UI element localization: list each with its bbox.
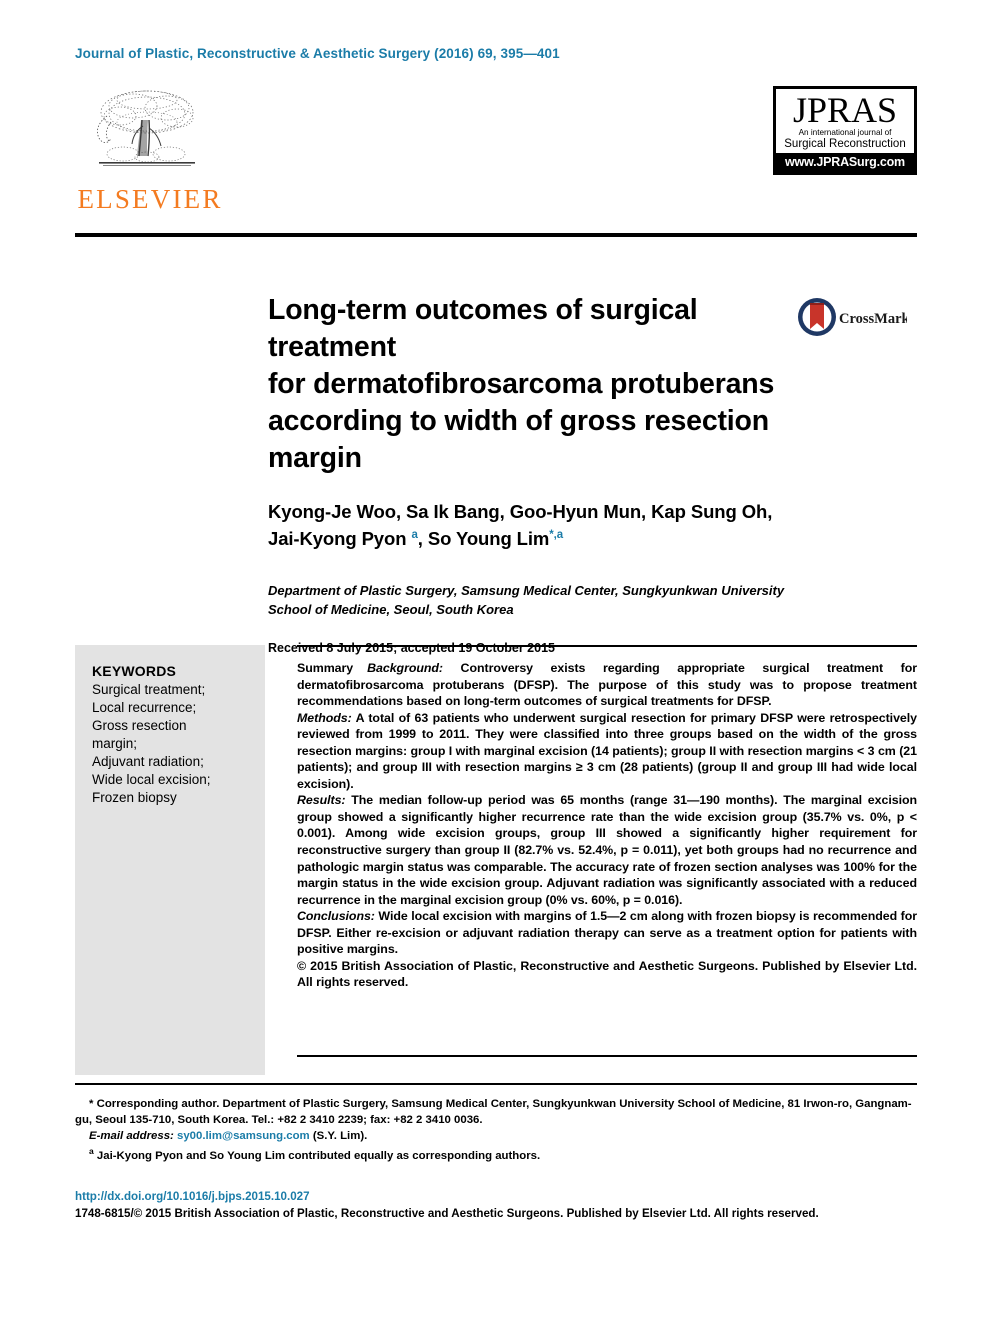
jpras-subtitle-line2: Surgical Reconstruction [784, 137, 906, 150]
header-divider [75, 233, 917, 237]
abstract-top-divider [297, 645, 917, 647]
keyword-item: margin; [92, 735, 138, 751]
summary-label: Summary [297, 661, 354, 675]
elsevier-wordmark: ELSEVIER [77, 184, 223, 214]
received-accepted-dates: Received 8 July 2015; accepted 19 Octobe… [268, 641, 555, 656]
title-line-2: for dermatofibrosarcoma protuberans [268, 368, 775, 401]
article-first-page: Journal of Plastic, Reconstructive & Aes… [0, 0, 992, 1323]
authors-line-2b: , So Young Lim [417, 527, 550, 549]
results-text: The median follow-up period was 65 month… [297, 793, 917, 907]
journal-citation-line: Journal of Plastic, Reconstructive & Aes… [75, 46, 560, 61]
jpras-website-url: www.JPRASurg.com [776, 152, 914, 172]
footnote-divider [75, 1083, 917, 1085]
results-label: Results: [297, 793, 346, 808]
jpras-logo-body: JPRAS An international journal of Surgic… [776, 89, 914, 153]
elsevier-logo: ELSEVIER [75, 86, 225, 213]
keywords-panel: KEYWORDS Surgical treatment; Local recur… [75, 645, 265, 1075]
elsevier-tree-icon [97, 90, 195, 166]
abstract-bottom-divider [297, 1055, 917, 1057]
title-line-1: Long-term outcomes of surgical treatment [268, 294, 698, 364]
email-suffix: (S.Y. Lim). [309, 1130, 368, 1143]
background-label: Background: [367, 661, 443, 675]
publication-footer: http://dx.doi.org/10.1016/j.bjps.2015.10… [75, 1188, 917, 1223]
methods-text: A total of 63 patients who underwent sur… [297, 710, 917, 791]
conclusions-text: Wide local excision with margins of 1.5—… [297, 909, 917, 957]
keywords-heading: KEYWORDS [92, 663, 177, 679]
keyword-item: Wide local excision; [92, 771, 211, 787]
corresponding-author-marker: *,a [549, 528, 564, 541]
authors-line-1: Kyong-Je Woo, Sa Ik Bang, Goo-Hyun Mun, … [268, 501, 773, 523]
jpras-subtitle-line1: An international journal of [798, 128, 892, 138]
abstract-results: Results: The median follow-up period was… [297, 792, 917, 908]
issn-copyright-line: 1748-6815/© 2015 British Association of … [75, 1207, 819, 1221]
footnote-email: E-mail address: sy00.lim@samsung.com (S.… [75, 1128, 917, 1144]
author-list: Kyong-Je Woo, Sa Ik Bang, Goo-Hyun Mun, … [268, 499, 788, 552]
authors-line-2a: Jai-Kyong Pyon [268, 527, 412, 549]
crossmark-icon: CrossMark [798, 298, 907, 336]
logo-row: ELSEVIER JPRAS An international journal … [75, 86, 917, 232]
affiliation: Department of Plastic Surgery, Samsung M… [268, 582, 785, 617]
keyword-item: Frozen biopsy [92, 789, 177, 805]
email-link[interactable]: sy00.lim@samsung.com [177, 1130, 310, 1142]
doi-link[interactable]: http://dx.doi.org/10.1016/j.bjps.2015.10… [75, 1188, 917, 1205]
page-title: Long-term outcomes of surgical treatment… [268, 292, 788, 477]
email-label: E-mail address: [89, 1130, 174, 1143]
footnotes: * Corresponding author. Department of Pl… [75, 1096, 917, 1164]
abstract-conclusions: Conclusions: Wide local excision with ma… [297, 908, 917, 958]
keyword-item: Surgical treatment; [92, 682, 206, 697]
abstract-copyright: © 2015 British Association of Plastic, R… [297, 958, 917, 990]
abstract-methods: Methods: A total of 63 patients who unde… [297, 710, 917, 793]
title-line-3: according to width of gross resection ma… [268, 405, 769, 475]
conclusions-label: Conclusions: [297, 909, 375, 924]
abstract-background: Summary Background: Controversy exists re… [297, 660, 917, 710]
title-block: Long-term outcomes of surgical treatment… [268, 292, 788, 655]
jpras-wordmark: JPRAS [792, 90, 898, 130]
methods-label: Methods: [297, 710, 352, 725]
abstract: Summary Background: Controversy exists re… [297, 660, 917, 991]
equal-contribution-text: Jai-Kyong Pyon and So Young Lim contribu… [93, 1149, 541, 1162]
corresponding-text: Corresponding author. Department of Plas… [75, 1098, 912, 1127]
footnote-corresponding-author: * Corresponding author. Department of Pl… [75, 1096, 917, 1128]
keyword-item: Local recurrence; [92, 699, 197, 715]
footnote-equal-contribution: a Jai-Kyong Pyon and So Young Lim contri… [75, 1145, 917, 1164]
crossmark-badge[interactable]: CrossMark [797, 296, 907, 338]
keyword-item: Adjuvant radiation; [92, 753, 204, 769]
crossmark-label: CrossMark [839, 311, 907, 327]
jpras-logo: JPRAS An international journal of Surgic… [773, 86, 917, 175]
keyword-item: Gross resection [92, 717, 187, 733]
